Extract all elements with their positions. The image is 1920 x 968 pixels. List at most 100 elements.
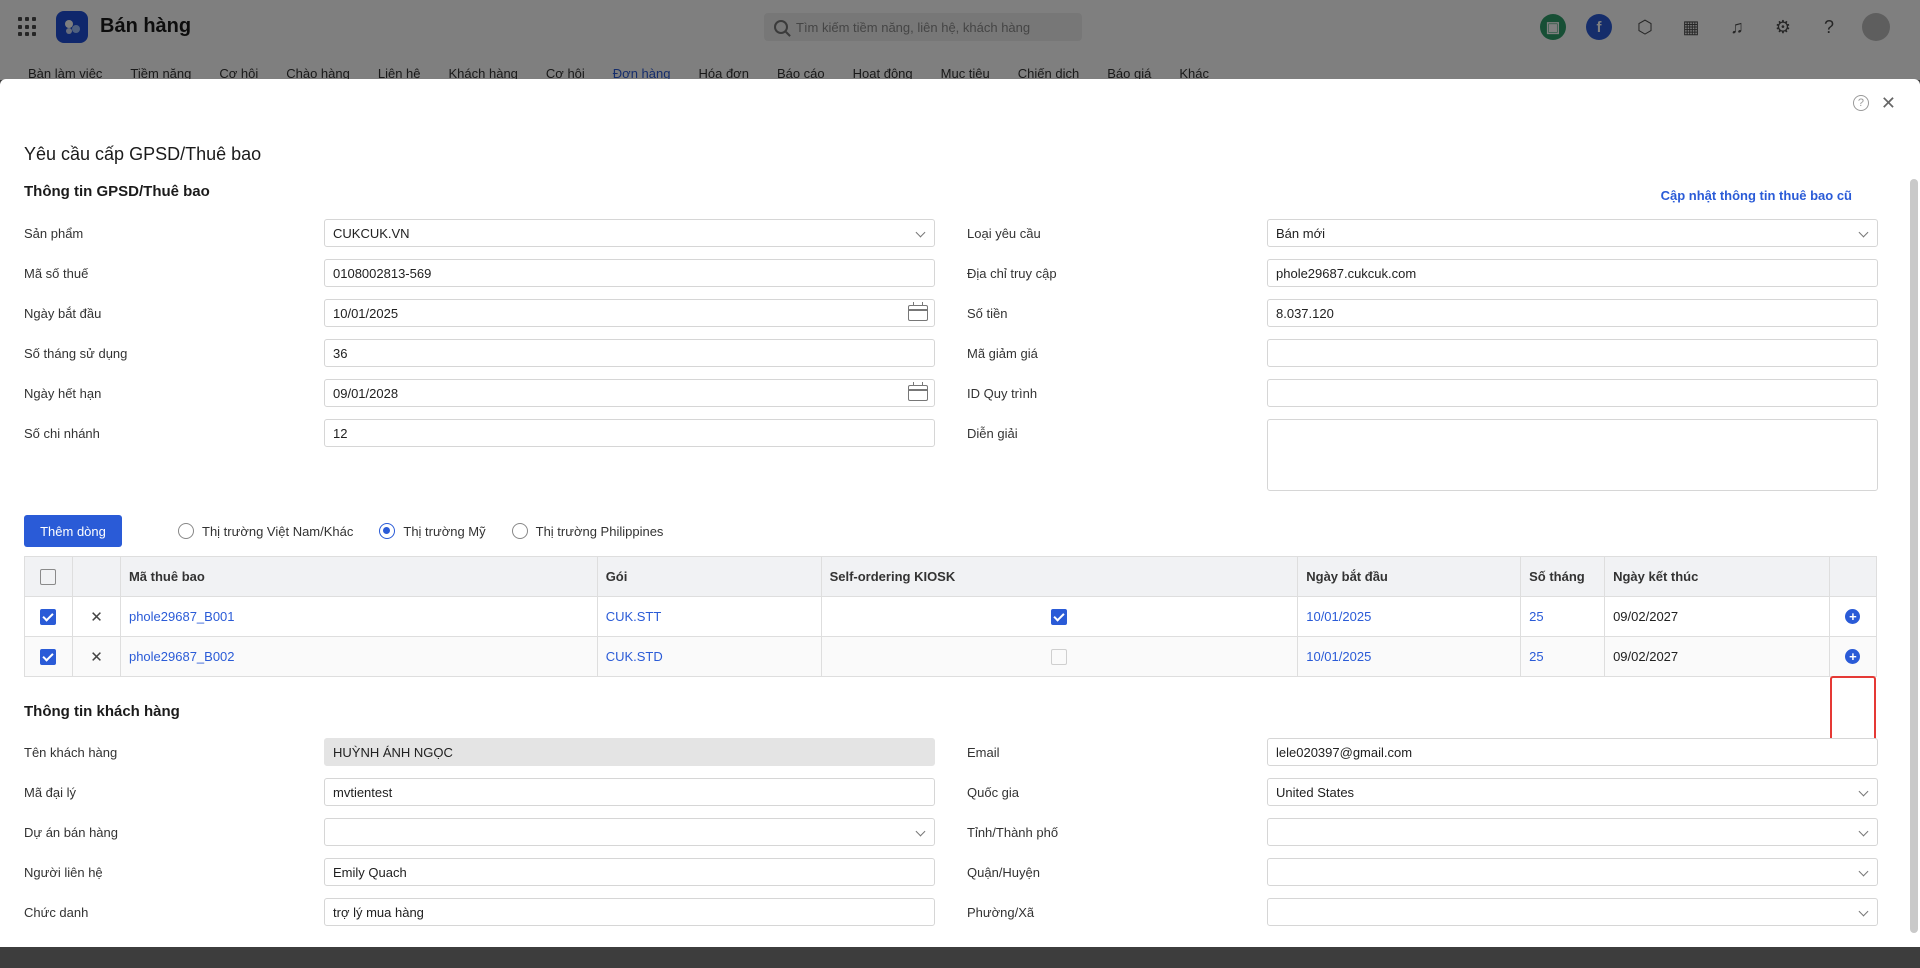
row-select-cell[interactable] <box>24 596 73 637</box>
select-field[interactable] <box>1267 858 1878 886</box>
select-field[interactable] <box>324 818 935 846</box>
header-start-date: Ngày bắt đầu <box>1297 556 1522 597</box>
start-date-cell[interactable]: 10/01/2025 <box>1297 636 1522 677</box>
field-label: Phường/Xã <box>967 905 1035 920</box>
field-value: 0108002813-569 <box>333 265 432 281</box>
close-icon[interactable]: ✕ <box>90 649 103 666</box>
input-field[interactable]: 12 <box>324 419 935 447</box>
header-kiosk: Self-ordering KIOSK <box>820 556 1299 597</box>
field-label: Dự án bán hàng <box>24 825 118 840</box>
field-label: Số tháng sử dụng <box>24 346 128 361</box>
field-value: 8.037.120 <box>1276 305 1334 321</box>
kiosk-cell[interactable] <box>820 596 1299 637</box>
add-cell[interactable]: + <box>1828 596 1878 637</box>
radio-circle-icon[interactable] <box>379 523 396 539</box>
header-code: Mã thuê bao <box>119 556 598 597</box>
field-value: phole29687.cukcuk.com <box>1276 265 1417 281</box>
input-field[interactable]: phole29687.cukcuk.com <box>1267 259 1878 287</box>
package-cell[interactable]: CUK.STD <box>596 636 822 677</box>
field-value: 12 <box>333 425 348 441</box>
input-field[interactable]: 0108002813-569 <box>324 259 935 287</box>
market-radio[interactable]: Thị trường Mỹ <box>379 523 486 539</box>
license-request-modal: ? ✕ Yêu cầu cấp GPSD/Thuê bao Thông tin … <box>0 79 1920 947</box>
add-row-button[interactable]: Thêm dòng <box>24 515 122 547</box>
chevron-down-icon[interactable] <box>1858 866 1869 877</box>
section-title-license: Thông tin GPSD/Thuê bao <box>24 183 210 200</box>
input-field[interactable] <box>1267 379 1878 407</box>
header-months: Số tháng <box>1520 556 1606 597</box>
select-all-cell[interactable] <box>24 556 73 597</box>
field-label: Tỉnh/Thành phố <box>967 825 1059 840</box>
select-field[interactable] <box>1267 898 1878 926</box>
kiosk-checkbox[interactable] <box>1051 648 1068 665</box>
market-radio[interactable]: Thị trường Philippines <box>511 523 663 539</box>
close-icon[interactable]: ✕ <box>1881 94 1896 112</box>
select-all-checkbox[interactable] <box>40 568 57 585</box>
input-field[interactable]: trợ lý mua hàng <box>324 898 935 926</box>
chevron-down-icon[interactable] <box>1858 786 1869 797</box>
market-radio[interactable]: Thị trường Việt Nam/Khác <box>178 523 353 539</box>
field-value: CUKCUK.VN <box>333 225 410 241</box>
field-value: lele020397@gmail.com <box>1276 744 1413 760</box>
field-label: Ngày bắt đầu <box>24 306 102 321</box>
scrollbar[interactable] <box>1910 179 1918 933</box>
input-field[interactable]: lele020397@gmail.com <box>1267 738 1878 766</box>
close-icon[interactable]: ✕ <box>90 609 103 626</box>
field-value: 09/01/2028 <box>333 385 399 401</box>
header-package: Gói <box>596 556 822 597</box>
row-checkbox[interactable] <box>40 608 57 625</box>
field-label: Mã số thuế <box>24 266 89 281</box>
field-label: Email <box>967 745 1000 760</box>
select-field[interactable]: United States <box>1267 778 1878 806</box>
help-icon[interactable]: ? <box>1852 95 1869 111</box>
field-value: 36 <box>333 345 348 361</box>
input-field[interactable] <box>1267 419 1878 491</box>
radio-circle-icon[interactable] <box>511 523 528 539</box>
select-field[interactable] <box>1267 818 1878 846</box>
kiosk-cell[interactable] <box>820 636 1299 677</box>
radio-circle-icon[interactable] <box>178 523 194 539</box>
row-delete-cell[interactable]: ✕ <box>71 596 121 637</box>
chevron-down-icon[interactable] <box>1858 826 1869 837</box>
field-label: Số chi nhánh <box>24 426 100 441</box>
input-field[interactable]: 8.037.120 <box>1267 299 1878 327</box>
chevron-down-icon[interactable] <box>915 227 926 238</box>
add-cell[interactable]: + <box>1828 636 1878 677</box>
date-field[interactable]: 10/01/2025 <box>324 299 935 327</box>
chevron-down-icon[interactable] <box>1858 906 1869 917</box>
plus-circle-icon[interactable]: + <box>1845 609 1861 624</box>
subscription-code[interactable]: phole29687_B001 <box>119 596 598 637</box>
subscription-code[interactable]: phole29687_B002 <box>119 636 598 677</box>
months-cell[interactable]: 25 <box>1520 596 1606 637</box>
select-field[interactable]: CUKCUK.VN <box>324 219 935 247</box>
update-old-subscription-link[interactable]: Cập nhật thông tin thuê bao cũ <box>1661 188 1852 203</box>
input-field[interactable]: mvtientest <box>324 778 935 806</box>
months-cell[interactable]: 25 <box>1520 636 1606 677</box>
field-label: Quận/Huyện <box>967 865 1040 880</box>
date-field[interactable]: 09/01/2028 <box>324 379 935 407</box>
field-value: United States <box>1276 784 1355 800</box>
kiosk-checkbox[interactable] <box>1051 608 1068 625</box>
row-delete-cell[interactable]: ✕ <box>71 636 121 677</box>
calendar-icon[interactable] <box>908 302 928 321</box>
start-date-cell[interactable]: 10/01/2025 <box>1297 596 1522 637</box>
row-checkbox[interactable] <box>40 648 57 665</box>
package-cell[interactable]: CUK.STT <box>596 596 822 637</box>
end-date-cell: 09/02/2027 <box>1604 596 1830 637</box>
field-label: Tên khách hàng <box>24 745 118 760</box>
chevron-down-icon[interactable] <box>915 826 926 837</box>
calendar-icon[interactable] <box>908 382 928 401</box>
field-label: Mã đại lý <box>24 785 77 800</box>
field-label: Chức danh <box>24 905 89 920</box>
select-field[interactable]: Bán mới <box>1267 219 1878 247</box>
field-label: Số tiền <box>967 306 1008 321</box>
section-title-customer: Thông tin khách hàng <box>24 703 180 720</box>
input-field[interactable]: 36 <box>324 339 935 367</box>
field-value: trợ lý mua hàng <box>333 904 424 920</box>
row-select-cell[interactable] <box>24 636 73 677</box>
field-label: Sản phẩm <box>24 226 84 241</box>
chevron-down-icon[interactable] <box>1858 227 1869 238</box>
input-field[interactable]: Emily Quach <box>324 858 935 886</box>
input-field[interactable] <box>1267 339 1878 367</box>
plus-circle-icon[interactable]: + <box>1845 649 1861 664</box>
